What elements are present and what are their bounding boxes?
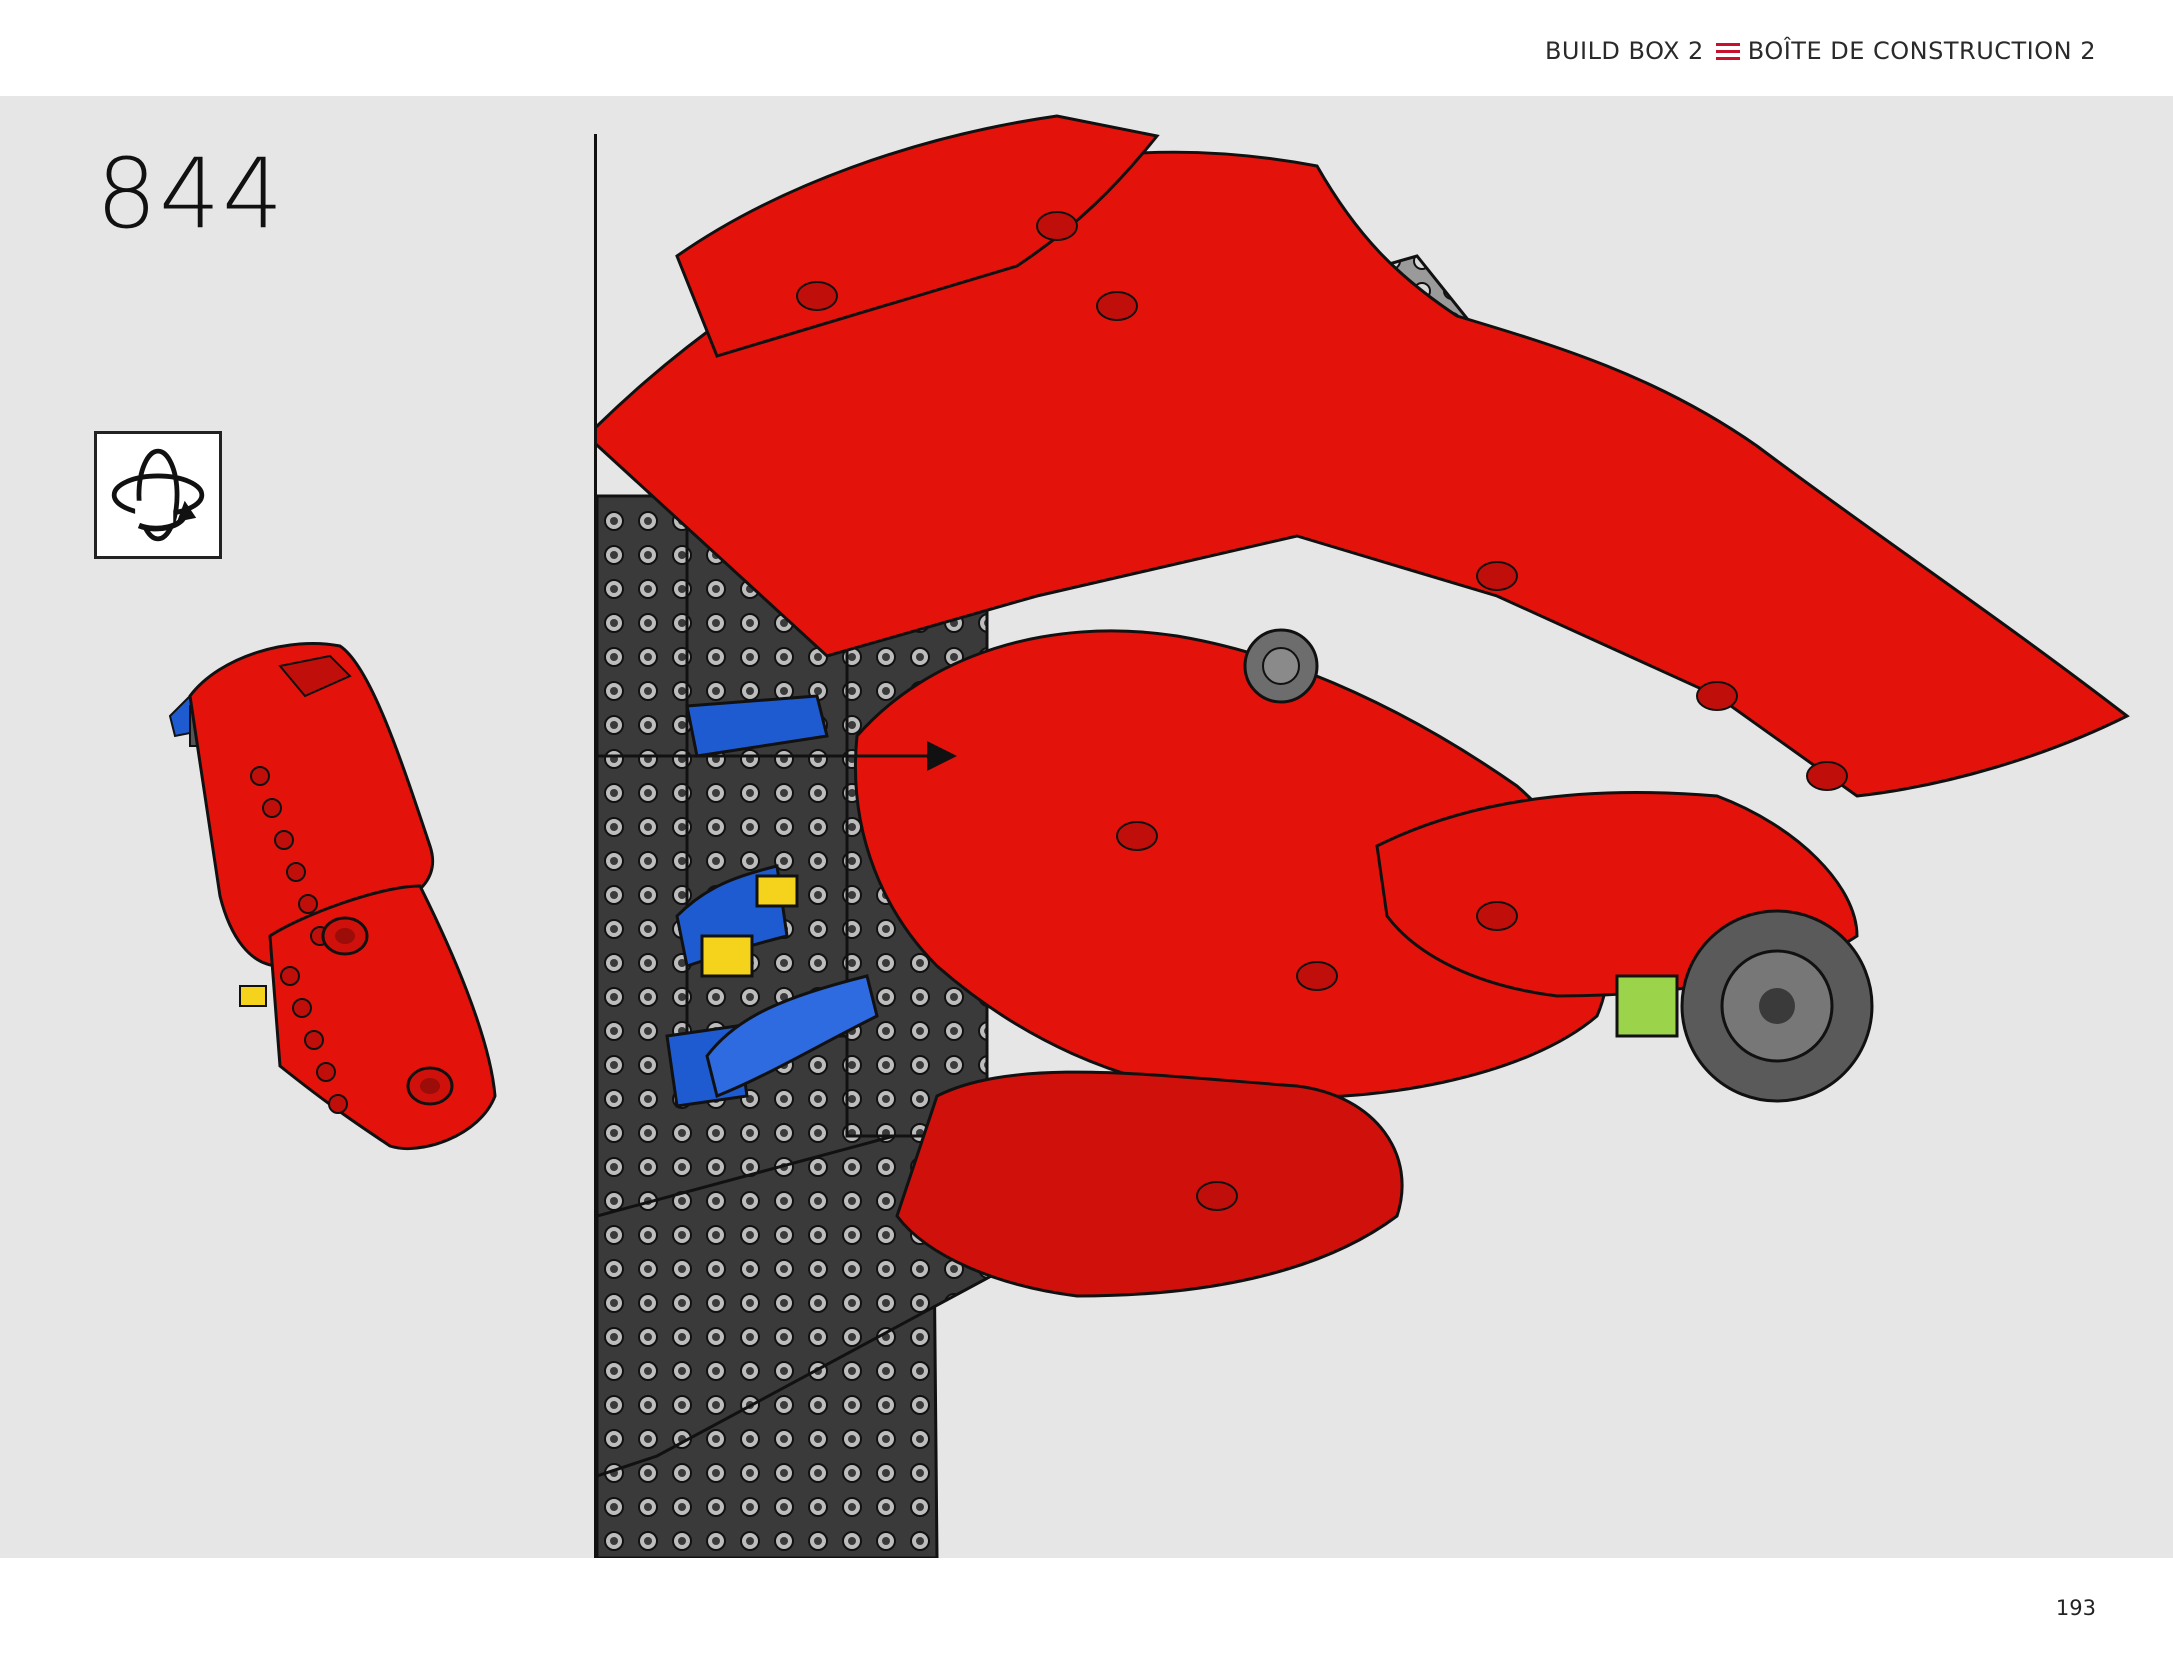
page-header: BUILD BOX 2 BOÎTE DE CONSTRUCTION 2: [0, 0, 2173, 96]
build-box-text: BUILD BOX 2: [1544, 37, 1704, 65]
rotate-model-icon: [94, 431, 222, 559]
step-845-assembly-illustration: [597, 114, 2130, 1558]
step-number-844: 844: [96, 138, 286, 250]
step-844-part-illustration: +: [168, 642, 497, 1151]
page-footer: [0, 1558, 2173, 1654]
instruction-panel: 844 +: [0, 96, 2173, 1558]
page-number: 193: [2055, 1596, 2096, 1620]
menu-lines-icon: [1715, 42, 1740, 60]
build-box-text-fr: BOÎTE DE CONSTRUCTION 2: [1747, 37, 2096, 65]
build-box-label: BUILD BOX 2 BOÎTE DE CONSTRUCTION 2: [1545, 34, 2096, 68]
